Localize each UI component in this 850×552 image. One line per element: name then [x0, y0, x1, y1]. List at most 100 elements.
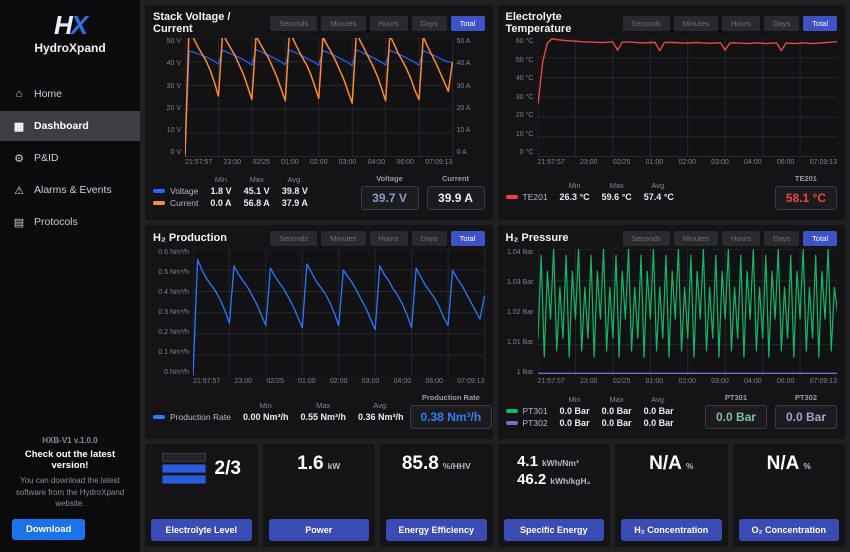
electrolyte-level-label[interactable]: Electrolyte Level — [151, 519, 252, 541]
stat-avg: 37.9 A — [276, 197, 314, 209]
stat-max: 0.0 Bar — [596, 405, 638, 417]
stat-row: TE201 26.3 °C 59.6 °C 57.4 °C — [506, 191, 680, 203]
update-headline: Check out the latest version! — [12, 449, 128, 471]
time-range-buttons: Seconds Minutes Hours Days Total — [270, 16, 484, 31]
x-tick-label: 06:00 — [425, 378, 443, 385]
panel-h2-pressure: H₂ Pressure SecondsMinutesHoursDaysTotal… — [498, 225, 846, 440]
legend-label: PT301 — [523, 406, 548, 416]
power-label[interactable]: Power — [269, 519, 370, 541]
brand-name: HydroXpand — [34, 41, 105, 55]
y-tick-label: 0.1 Nm³/h — [158, 349, 189, 356]
y-tick-label: 50 V — [167, 38, 181, 45]
x-tick-label: 07:09:13 — [457, 378, 484, 385]
sidebar-item-home[interactable]: ⌂ Home — [0, 79, 140, 109]
x-tick-label: 02/25 — [613, 159, 631, 166]
y-tick-label: 60 °C — [516, 38, 534, 45]
time-range-button[interactable]: Total — [803, 16, 837, 31]
stats-header-max: Max — [596, 180, 638, 191]
y-tick-label: 30 °C — [516, 94, 534, 101]
download-button[interactable]: Download — [12, 519, 85, 540]
readouts: TE201 58.1 °C — [775, 174, 837, 210]
pressure-chart — [538, 249, 838, 377]
protocols-icon: ▤ — [12, 216, 26, 229]
time-range-button[interactable]: Hours — [722, 16, 760, 31]
time-range-button[interactable]: Seconds — [270, 231, 317, 246]
x-tick-label: 23:00 — [235, 378, 253, 385]
time-range-button[interactable]: Days — [412, 231, 447, 246]
time-axis: 21:57:5723:0002/2501:0002:0003:0004:0006… — [538, 378, 838, 385]
time-range-button[interactable]: Total — [451, 231, 485, 246]
y-tick-label: 10 V — [167, 127, 181, 134]
h2-concentration-unit: % — [686, 461, 694, 471]
time-range-button[interactable]: Minutes — [674, 231, 718, 246]
readout-label: Current — [442, 174, 469, 183]
specific-energy-unit-nm3: kWh/Nm³ — [542, 458, 579, 468]
stats-table: Min Max Avg. Voltage 1.8 V 45.1 V 39.8 V… — [153, 174, 314, 209]
time-range-button[interactable]: Seconds — [623, 231, 670, 246]
energy-efficiency-label[interactable]: Energy Efficiency — [386, 519, 487, 541]
level-segment-filled — [162, 475, 206, 484]
chart-plot-area — [185, 38, 453, 157]
temperature-chart — [538, 38, 838, 157]
y-tick-label: 50 °C — [516, 57, 534, 64]
sidebar-item-pid[interactable]: ⚙ P&ID — [0, 143, 140, 173]
kpi-specific-energy: 4.1 kWh/Nm³ 46.2 kWh/kgH₂ Specific Energ… — [498, 444, 611, 547]
time-range-button[interactable]: Minutes — [674, 16, 718, 31]
time-range-button[interactable]: Days — [764, 16, 799, 31]
x-tick-label: 03:00 — [339, 159, 357, 166]
time-range-buttons: Seconds Minutes Hours Days Total — [270, 231, 484, 246]
y-tick-label: 0.2 Nm³/h — [158, 329, 189, 336]
x-tick-label: 06:00 — [777, 159, 795, 166]
level-segment-filled — [162, 464, 206, 473]
readout-label: PT301 — [725, 393, 747, 402]
x-tick-label: 23:00 — [580, 159, 598, 166]
time-range-button[interactable]: Seconds — [623, 16, 670, 31]
time-range-button[interactable]: Hours — [370, 231, 408, 246]
y-tick-label: 1 Bar — [517, 369, 534, 376]
kpi-row: 2/3 Electrolyte Level 1.6 kW Power 85.8 … — [145, 444, 845, 547]
x-tick-label: 02/25 — [613, 378, 631, 385]
hx-logo: HX — [54, 12, 86, 38]
o2-concentration-label[interactable]: O₂ Concentration — [739, 519, 840, 541]
time-range-button[interactable]: Seconds — [270, 16, 317, 31]
time-range-button[interactable]: Total — [803, 231, 837, 246]
stat-max: 45.1 V — [238, 185, 276, 197]
sidebar-item-dashboard[interactable]: ▦ Dashboard — [0, 111, 140, 141]
time-range-button[interactable]: Days — [412, 16, 447, 31]
y-tick-label: 10 A — [457, 127, 471, 134]
kpi-power: 1.6 kW Power — [263, 444, 376, 547]
time-range-button[interactable]: Minutes — [321, 231, 365, 246]
panel-stack-voltage-current: Stack Voltage / Current SecondsMinutesHo… — [145, 5, 493, 220]
readouts: Production Rate 0.38 Nm³/h — [410, 393, 493, 429]
x-tick-label: 04:00 — [394, 378, 412, 385]
y-tick-label: 0.5 Nm³/h — [158, 269, 189, 276]
stat-max: 56.8 A — [238, 197, 276, 209]
h2-concentration-label[interactable]: H₂ Concentration — [621, 519, 722, 541]
time-axis: 21:57:5723:0002/2501:0002:0003:0004:0006… — [185, 159, 453, 166]
o2-concentration-value: N/A — [767, 453, 800, 475]
sidebar-item-protocols[interactable]: ▤ Protocols — [0, 207, 140, 237]
readout-label: Production Rate — [422, 393, 480, 402]
x-tick-label: 07:09:13 — [425, 159, 452, 166]
readout: PT302 0.0 Bar — [775, 393, 837, 429]
time-range-button[interactable]: Hours — [722, 231, 760, 246]
legend-swatch — [506, 409, 518, 413]
stats-table: Min Max Avg. Production Rate 0.00 Nm³/h … — [153, 400, 410, 423]
x-tick-label: 21:57:57 — [538, 378, 565, 385]
o2-concentration-unit: % — [803, 461, 811, 471]
chart-plot-area — [193, 249, 485, 377]
current-axis: 50 A40 A30 A20 A10 A0 A — [453, 38, 485, 157]
time-range-button[interactable]: Days — [764, 231, 799, 246]
sidebar-item-alarms-events[interactable]: ⚠ Alarms & Events — [0, 175, 140, 205]
specific-energy-label[interactable]: Specific Energy — [504, 519, 605, 541]
stat-min: 0.0 Bar — [554, 405, 596, 417]
legend-swatch — [506, 195, 518, 199]
stats-header-avg: Avg. — [352, 400, 410, 411]
time-range-button[interactable]: Minutes — [321, 16, 365, 31]
time-range-button[interactable]: Total — [451, 16, 485, 31]
stats-header-min: Min — [237, 400, 295, 411]
time-range-button[interactable]: Hours — [370, 16, 408, 31]
x-tick-label: 01:00 — [646, 378, 664, 385]
sidebar-item-label: Protocols — [34, 216, 78, 228]
y-tick-label: 0.6 Nm³/h — [158, 249, 189, 256]
